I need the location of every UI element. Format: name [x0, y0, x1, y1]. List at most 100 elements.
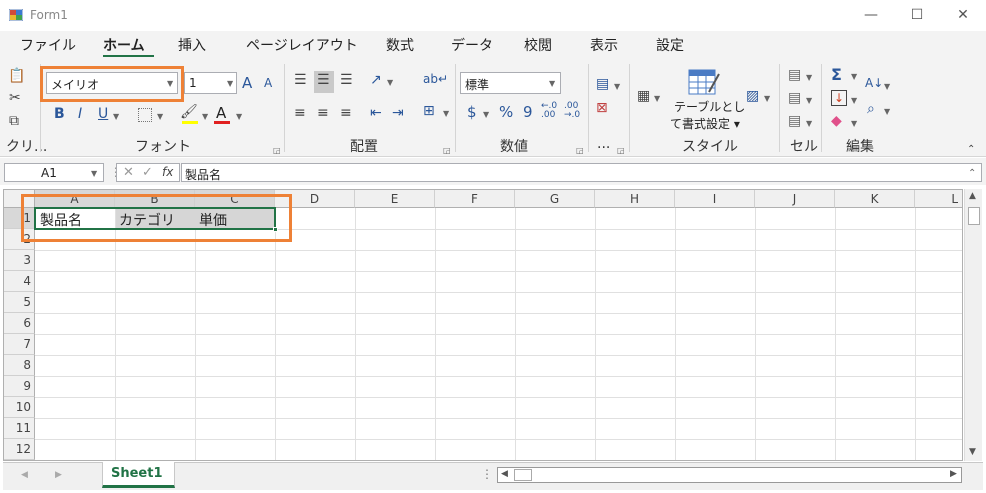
decrease-decimal-icon[interactable]: .00 →.0	[564, 102, 580, 120]
tab-home[interactable]: ホーム	[103, 35, 145, 55]
tab-view[interactable]: 表示	[590, 35, 618, 55]
row-header[interactable]: 5	[4, 292, 35, 313]
scroll-right-icon[interactable]: ▶	[950, 469, 957, 479]
align-center-icon[interactable]: ≡	[317, 105, 329, 121]
align-top-icon[interactable]: ☰	[294, 72, 307, 88]
vertical-scrollbar[interactable]: ▲ ▼	[964, 189, 982, 461]
tab-page-layout[interactable]: ページレイアウト	[246, 35, 358, 55]
tab-file[interactable]: ファイル	[20, 35, 76, 55]
clear-rules-icon[interactable]: ⊠	[596, 100, 608, 116]
format-cells-icon[interactable]: ▤	[788, 113, 801, 129]
paste-icon[interactable]: 📋	[8, 68, 25, 84]
find-select-icon[interactable]: ⌕	[867, 101, 875, 117]
next-sheet-icon[interactable]: ▶	[55, 470, 62, 480]
close-button[interactable]: ✕	[940, 0, 986, 31]
autosum-button[interactable]: Σ	[831, 65, 842, 84]
insert-cells-icon[interactable]: ▤	[788, 67, 801, 83]
cancel-icon[interactable]: ✕	[123, 165, 134, 180]
cut-icon[interactable]: ✂	[9, 90, 21, 106]
format-as-table-icon[interactable]	[687, 68, 721, 98]
prev-sheet-icon[interactable]: ◀	[21, 470, 28, 480]
tab-data[interactable]: データ	[451, 35, 493, 55]
increase-indent-icon[interactable]: ⇥	[392, 105, 404, 121]
bold-button[interactable]: B	[54, 106, 65, 122]
italic-button[interactable]: I	[78, 106, 82, 122]
conditional-formatting-icon[interactable]: ▤	[596, 76, 609, 92]
tab-insert[interactable]: 挿入	[178, 35, 206, 55]
increase-decimal-icon[interactable]: ←.0.00	[541, 102, 557, 120]
column-header[interactable]: E	[355, 190, 435, 208]
enter-icon[interactable]: ✓	[142, 165, 153, 180]
scroll-down-icon[interactable]: ▼	[969, 447, 976, 457]
row-header[interactable]: 3	[4, 250, 35, 271]
border-icon[interactable]	[138, 108, 152, 122]
tab-settings[interactable]: 設定	[656, 35, 684, 55]
merge-center-icon[interactable]: ⊞	[423, 103, 435, 119]
row-header[interactable]: 6	[4, 313, 35, 334]
dialog-launcher-icon[interactable]: ◲	[617, 146, 625, 155]
tab-review[interactable]: 校閲	[524, 35, 552, 55]
number-format-select[interactable]: 標準 ▼	[460, 72, 561, 94]
collapse-ribbon-icon[interactable]: ⌃	[967, 144, 975, 155]
align-right-icon[interactable]: ≡	[340, 105, 352, 121]
comma-button[interactable]: 9	[523, 103, 533, 121]
percent-button[interactable]: %	[499, 103, 513, 121]
column-header[interactable]: H	[595, 190, 675, 208]
format-as-table-label-2[interactable]: て書式設定 ▾	[670, 115, 740, 132]
row-header[interactable]: 9	[4, 376, 35, 397]
delete-cells-icon[interactable]: ▤	[788, 90, 801, 106]
fill-down-icon[interactable]: ↓	[831, 90, 847, 106]
clear-eraser-icon[interactable]: ◆	[831, 113, 842, 129]
row-header[interactable]: 4	[4, 271, 35, 292]
column-header[interactable]: G	[515, 190, 595, 208]
name-box[interactable]: A1 ▼	[4, 163, 104, 182]
row-header[interactable]: 12	[4, 439, 35, 460]
scroll-up-icon[interactable]: ▲	[969, 191, 976, 201]
tab-formulas[interactable]: 数式	[386, 35, 414, 55]
font-size-select[interactable]: 1 ▼	[184, 72, 237, 94]
dialog-launcher-icon[interactable]: ◲	[443, 146, 451, 155]
formula-input[interactable]: 製品名 ⌃	[181, 163, 982, 182]
row-header[interactable]: 11	[4, 418, 35, 439]
orientation-icon[interactable]: ↗	[370, 72, 382, 88]
grow-font-icon[interactable]: A	[242, 74, 252, 92]
underline-button[interactable]: U	[98, 106, 108, 122]
wrap-text-icon[interactable]: ab↵	[423, 72, 448, 86]
minimize-button[interactable]: —	[848, 0, 894, 31]
shrink-font-icon[interactable]: A	[264, 76, 272, 90]
maximize-button[interactable]: ☐	[894, 0, 940, 31]
fill-color-icon[interactable]: 🖌	[180, 104, 198, 120]
cell-style-icon[interactable]: ▦	[637, 88, 650, 104]
copy-icon[interactable]: ⧉	[9, 113, 19, 129]
currency-button[interactable]: $	[467, 103, 477, 121]
row-header[interactable]: 8	[4, 355, 35, 376]
sheet-tab-label: Sheet1	[111, 466, 163, 481]
align-bottom-icon[interactable]: ☰	[340, 72, 353, 88]
hscroll-thumb[interactable]	[514, 469, 532, 481]
horizontal-scrollbar[interactable]: ◀ ▶	[497, 467, 962, 483]
format-as-table-label-1[interactable]: テーブルとし	[674, 98, 745, 115]
sort-filter-icon[interactable]: A↓	[865, 76, 883, 90]
sheet-tab-sheet1[interactable]: Sheet1	[102, 462, 175, 488]
font-color-icon[interactable]: A	[216, 104, 226, 122]
cell-styles-icon[interactable]: ▨	[746, 88, 759, 104]
column-header[interactable]: K	[835, 190, 915, 208]
group-separator	[629, 64, 630, 152]
row-header[interactable]: 10	[4, 397, 35, 418]
column-header[interactable]: I	[675, 190, 755, 208]
decrease-indent-icon[interactable]: ⇤	[370, 105, 382, 121]
scroll-left-icon[interactable]: ◀	[501, 469, 508, 479]
column-header[interactable]: J	[755, 190, 835, 208]
insert-function-icon[interactable]: fx	[162, 165, 173, 179]
align-left-icon[interactable]: ≡	[294, 105, 306, 121]
splitter-grip-icon[interactable]: ⋮	[481, 467, 493, 481]
row-header[interactable]: 7	[4, 334, 35, 355]
dialog-launcher-icon[interactable]: ◲	[576, 146, 584, 155]
group-separator	[284, 64, 285, 152]
column-header[interactable]: L	[915, 190, 962, 208]
dialog-launcher-icon[interactable]: ◲	[273, 146, 281, 155]
column-header[interactable]: F	[435, 190, 515, 208]
scroll-thumb[interactable]	[968, 207, 980, 225]
chevron-up-icon[interactable]: ⌃	[968, 168, 976, 179]
align-middle-icon[interactable]: ☰	[317, 72, 330, 88]
